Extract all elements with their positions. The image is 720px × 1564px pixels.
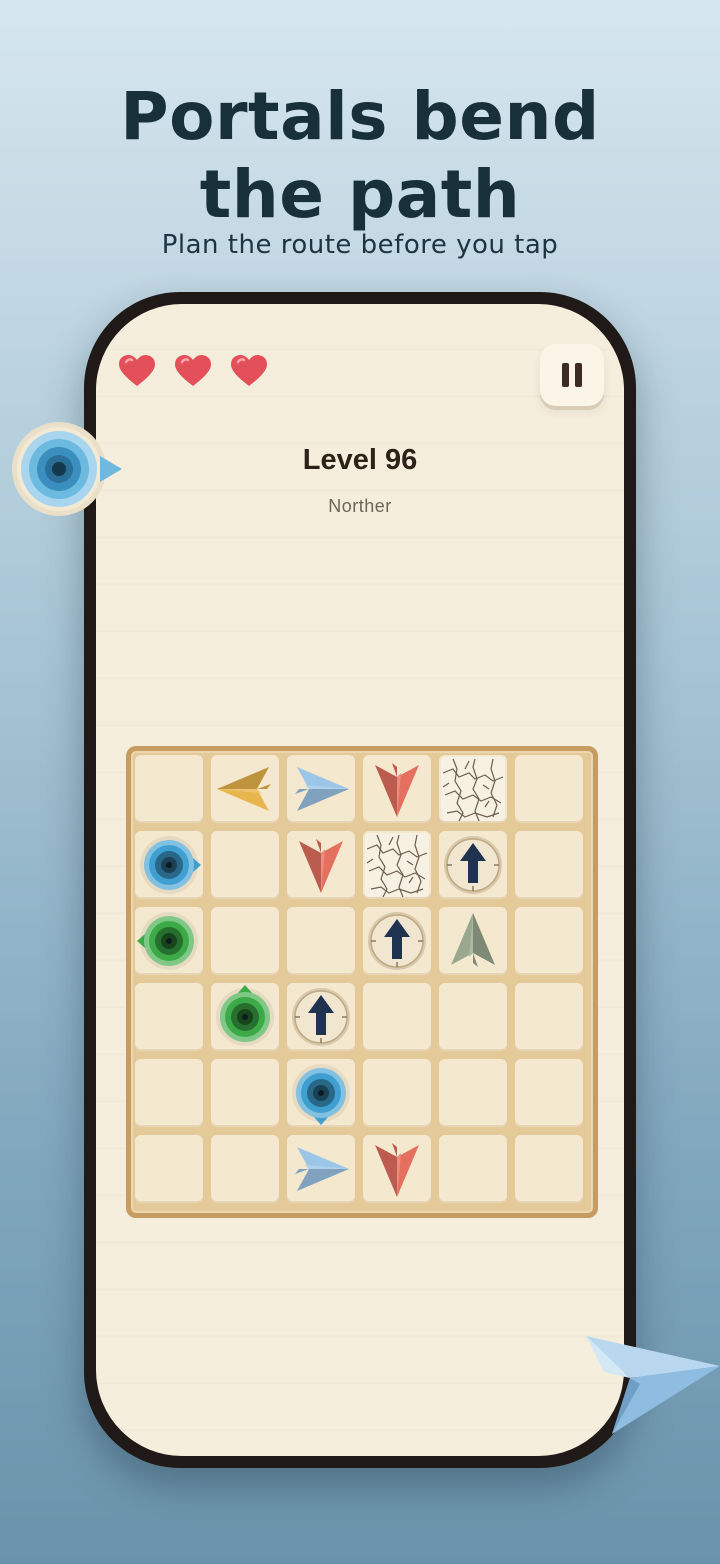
board-cell[interactable]: [287, 1059, 355, 1127]
board-cell[interactable]: [135, 983, 203, 1051]
board-cell[interactable]: [287, 831, 355, 899]
plane-down-red-icon: [375, 1143, 419, 1197]
cracked-tile-icon: [441, 757, 505, 822]
promo-headline-line-1: Portals bend: [120, 78, 600, 155]
promo-headline: Portals bend the path: [0, 78, 720, 234]
board-cell[interactable]: [439, 1059, 507, 1127]
board-cell[interactable]: [211, 1135, 279, 1203]
board-cell[interactable]: [211, 831, 279, 899]
board-cell[interactable]: [363, 1059, 431, 1127]
board-cell[interactable]: [363, 755, 431, 823]
board-cell[interactable]: [287, 907, 355, 975]
promo-subhead: Plan the route before you tap: [161, 230, 559, 260]
board-cell[interactable]: [287, 983, 355, 1051]
board-cell[interactable]: [211, 1059, 279, 1127]
board-cell[interactable]: [135, 1059, 203, 1127]
promo-headline-line-2: the path: [199, 156, 521, 233]
pause-icon-bar-left: [562, 363, 569, 387]
portal-blue-right-icon: [140, 836, 201, 894]
board-cell[interactable]: [363, 907, 431, 975]
heart-icon: [231, 355, 267, 386]
heart-icon: [175, 355, 211, 386]
portal-blue-down-icon: [292, 1064, 350, 1125]
board-cell[interactable]: [515, 755, 583, 823]
plane-right-blue-icon: [295, 767, 349, 811]
cracked-tile-icon: [365, 833, 429, 898]
board-cell[interactable]: [211, 983, 279, 1051]
pause-icon-bar-right: [575, 363, 582, 387]
heart-icon: [119, 355, 155, 386]
board-cell[interactable]: [515, 983, 583, 1051]
board-cell[interactable]: [439, 1135, 507, 1203]
board-cell[interactable]: [363, 983, 431, 1051]
up-arrow-tile-icon: [444, 836, 502, 894]
board-cell[interactable]: [515, 1135, 583, 1203]
game-screen: Level 96 Norther: [96, 304, 624, 1456]
plane-right-blue-icon: [295, 1147, 349, 1191]
board-cell[interactable]: [439, 983, 507, 1051]
plane-down-red-icon: [299, 839, 343, 893]
portal-green-up-icon: [216, 985, 274, 1046]
board-cell[interactable]: [211, 907, 279, 975]
pause-button[interactable]: [540, 344, 604, 406]
board-cell[interactable]: [287, 1135, 355, 1203]
plane-down-red-icon: [375, 763, 419, 817]
portal-decoration-icon: [12, 422, 122, 516]
board-cell[interactable]: [135, 755, 203, 823]
up-arrow-tile-icon: [292, 988, 350, 1046]
board-cell[interactable]: [135, 831, 203, 899]
board-cell[interactable]: [515, 1059, 583, 1127]
plane-up-green-icon: [451, 913, 495, 967]
lives-hearts: [118, 354, 268, 388]
board-cell[interactable]: [363, 831, 431, 899]
phone-frame: Level 96 Norther: [84, 292, 636, 1468]
board-cell[interactable]: [135, 907, 203, 975]
paper-plane-decoration-icon: [586, 1336, 720, 1434]
board-cell[interactable]: [515, 907, 583, 975]
board-cell[interactable]: [439, 907, 507, 975]
level-subtitle: Norther: [328, 496, 392, 516]
board-cell[interactable]: [439, 755, 507, 823]
board-cell[interactable]: [515, 831, 583, 899]
board-cell[interactable]: [211, 755, 279, 823]
board-cell[interactable]: [135, 1135, 203, 1203]
portal-green-left-icon: [137, 912, 198, 970]
board-cell[interactable]: [287, 755, 355, 823]
board-cell[interactable]: [363, 1135, 431, 1203]
level-title: Level 96: [302, 444, 418, 476]
plane-left-yellow-icon: [217, 767, 271, 811]
board-cell[interactable]: [439, 831, 507, 899]
game-board: [126, 746, 598, 1218]
up-arrow-tile-icon: [368, 912, 426, 970]
